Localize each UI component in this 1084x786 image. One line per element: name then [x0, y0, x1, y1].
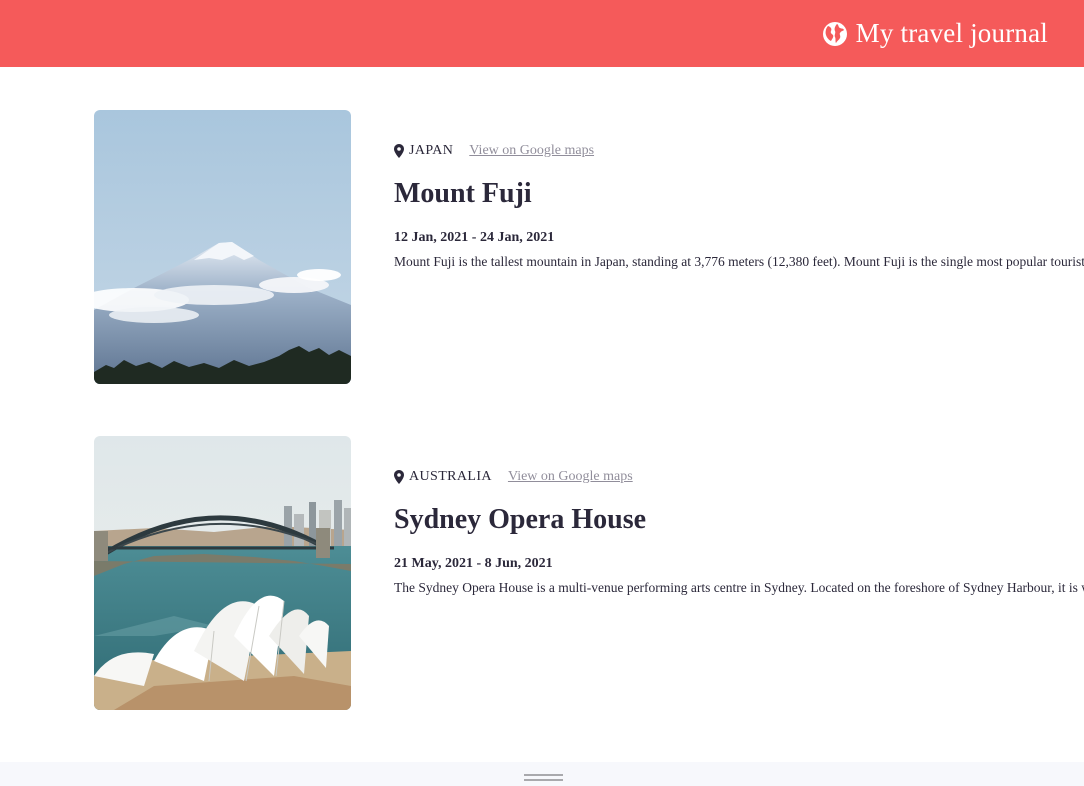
location-row: AUSTRALIA View on Google maps: [394, 467, 1084, 487]
place-description: The Sydney Opera House is a multi-venue …: [394, 580, 1084, 595]
app-title: My travel journal: [855, 18, 1048, 48]
place-title: Mount Fuji: [394, 178, 532, 209]
country-label: JAPAN: [409, 143, 454, 158]
location-row: JAPAN View on Google maps: [394, 141, 1084, 161]
country-label: AUSTRALIA: [409, 469, 492, 484]
app-header: My travel journal: [0, 0, 1084, 67]
journal-entry-mount-fuji: JAPAN View on Google maps Mount Fuji 12 …: [94, 110, 1084, 384]
globe-icon: [822, 21, 848, 47]
mount-fuji-photo: [94, 110, 351, 384]
google-maps-link[interactable]: View on Google maps: [469, 143, 594, 159]
brand: My travel journal: [822, 18, 1048, 49]
journal-entry-sydney-opera-house: AUSTRALIA View on Google maps Sydney Ope…: [94, 436, 1084, 710]
location-pin-icon: [394, 470, 404, 484]
place-description: Mount Fuji is the tallest mountain in Ja…: [394, 254, 1084, 269]
trip-dates: 21 May, 2021 - 8 Jun, 2021: [394, 556, 553, 571]
place-title: Sydney Opera House: [394, 504, 647, 535]
location-pin-icon: [394, 144, 404, 158]
bottom-panel-bar: [0, 762, 1084, 786]
trip-dates: 12 Jan, 2021 - 24 Jan, 2021: [394, 230, 555, 245]
entry-info: JAPAN View on Google maps Mount Fuji 12 …: [394, 141, 1084, 271]
entry-info: AUSTRALIA View on Google maps Sydney Ope…: [394, 467, 1084, 597]
drag-handle[interactable]: [524, 774, 563, 782]
sydney-opera-house-photo: [94, 436, 351, 710]
google-maps-link[interactable]: View on Google maps: [508, 469, 633, 485]
